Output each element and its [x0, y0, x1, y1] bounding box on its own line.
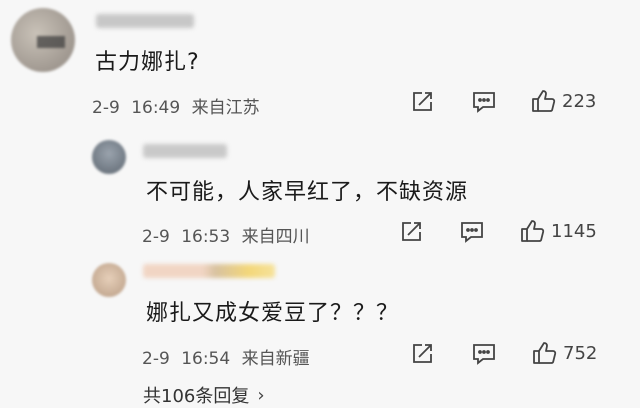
thumbs-up-icon [532, 90, 556, 112]
chevron-right-icon: › [257, 384, 265, 406]
username-blurred[interactable] [143, 144, 227, 158]
avatar[interactable] [92, 140, 126, 174]
more-replies-label: 共106条回复 [143, 386, 250, 407]
avatar[interactable] [92, 263, 126, 297]
comment-icon [473, 344, 495, 365]
comment-icon [473, 92, 495, 113]
comment-time: 16:54 [181, 349, 231, 369]
like-count: 223 [562, 90, 597, 112]
comment-location: 来自新疆 [241, 349, 310, 369]
like-button[interactable]: 752 [531, 340, 597, 366]
comment-icon [461, 222, 483, 243]
reply-button[interactable] [471, 90, 497, 114]
comment-text: 古力娜扎? [95, 50, 200, 75]
comment-meta: 2-9 16:54 来自新疆 [142, 344, 310, 369]
comment-location: 来自江苏 [191, 98, 260, 118]
comment-text: 娜扎又成女爱豆了？？？ [146, 301, 400, 326]
username-blurred[interactable] [96, 14, 194, 28]
reply-button[interactable] [459, 220, 485, 244]
share-icon [413, 92, 432, 111]
comment-meta: 2-9 16:49 来自江苏 [92, 93, 260, 118]
comment-location: 来自四川 [241, 227, 310, 247]
comment-meta: 2-9 16:53 来自四川 [142, 222, 310, 247]
avatar[interactable] [11, 8, 75, 72]
comment-date: 2-9 [142, 349, 170, 369]
comment-date: 2-9 [92, 98, 120, 118]
more-replies-link[interactable]: 共106条回复 › [143, 382, 265, 408]
share-icon [413, 344, 432, 363]
comment-text: 不可能，人家早红了，不缺资源 [146, 180, 469, 205]
thumbs-up-icon [533, 342, 557, 364]
reply-button[interactable] [471, 342, 497, 366]
thumbs-up-icon [521, 220, 545, 242]
comment-time: 16:49 [131, 98, 181, 118]
share-button[interactable] [399, 220, 423, 244]
like-count: 1145 [551, 220, 597, 242]
like-count: 752 [563, 342, 598, 364]
comment-3: 娜扎又成女爱豆了？？？ 2-9 16:54 来自新疆 752 [0, 255, 640, 375]
share-icon [402, 222, 421, 241]
comment-time: 16:53 [181, 227, 231, 247]
comment-1: 古力娜扎? 2-9 16:49 来自江苏 223 [0, 0, 640, 130]
username-blurred[interactable] [143, 264, 275, 278]
like-button[interactable]: 1145 [519, 218, 597, 244]
share-button[interactable] [410, 342, 434, 366]
comment-2: 不可能，人家早红了，不缺资源 2-9 16:53 来自四川 1145 [0, 130, 640, 255]
comment-date: 2-9 [142, 227, 170, 247]
share-button[interactable] [410, 90, 434, 114]
like-button[interactable]: 223 [530, 88, 596, 114]
